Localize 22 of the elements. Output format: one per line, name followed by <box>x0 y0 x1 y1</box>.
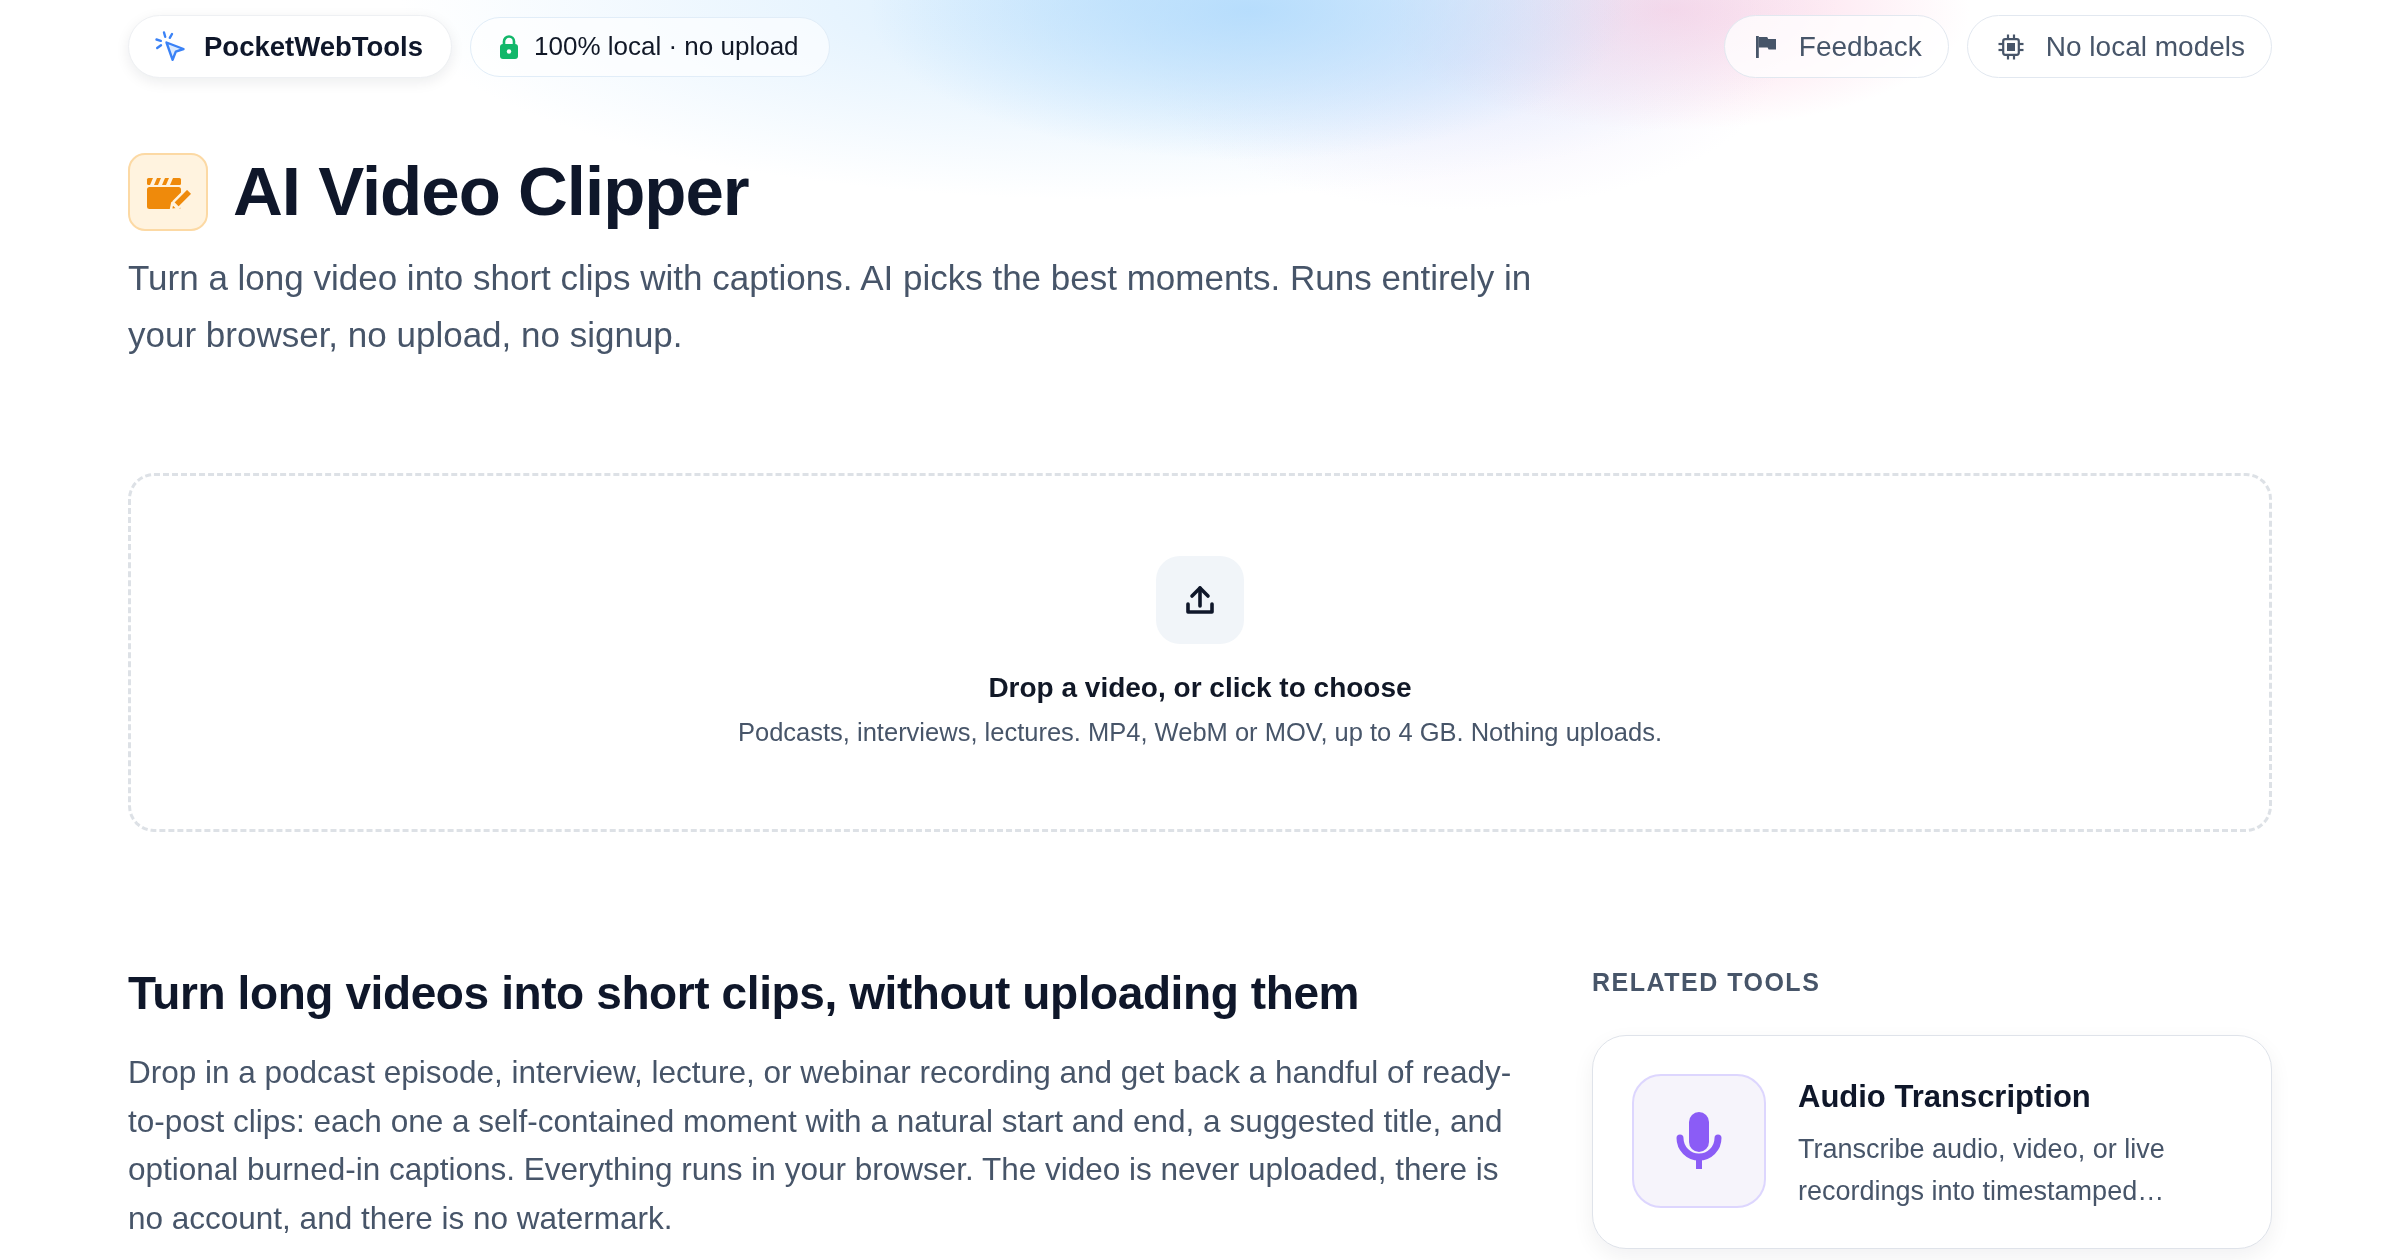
microphone-icon <box>1632 1074 1766 1208</box>
chip-icon <box>1997 33 2024 60</box>
page-subtitle: Turn a long video into short clips with captions. AI picks the best moments. Runs entirely in your browser, no upload, no signup. <box>128 257 1533 356</box>
related-tool-card[interactable]: Audio Transcription Transcribe audio, video, or live recordings into timestamped… <box>1592 1035 2272 1249</box>
drop-hint: Podcasts, interviews, lectures. MP4, WebM or MOV, up to 4 GB. Nothing uploads. <box>737 717 1663 748</box>
page-title: AI Video Clipper <box>233 153 749 231</box>
section-label: RELATED TOOLS <box>1592 967 1822 998</box>
drop-title: Drop a video, or click to choose <box>988 671 1412 705</box>
brand-link[interactable]: PocketWebTools <box>128 15 453 78</box>
flag-icon <box>1754 34 1777 59</box>
cursor-click-icon <box>155 31 186 62</box>
lock-icon <box>499 33 520 60</box>
clapperboard-icon <box>128 153 208 231</box>
section-heading: Turn long videos into short clips, without uploading them <box>128 966 1361 1021</box>
drop-zone[interactable]: Drop a video, or click to choose Podcasts, interviews, lectures. MP4, WebM or MOV, up to 4 GB. Nothing uploads. <box>128 473 2272 832</box>
section-body: Drop in a podcast episode, interview, lecture, or webinar recording and get back a handful of ready-to-post clips: each one a self-contained moment with a natural start and end, a suggested title, and optional burned-in captions. Everything runs in your browser. The video is never uploaded, there is no account, and there is no watermark. <box>128 1053 1513 1238</box>
upload-icon <box>1156 556 1244 644</box>
tool-name: Audio Transcription <box>1798 1078 2092 1116</box>
models-button[interactable]: No local models <box>1966 15 2272 78</box>
feedback-button[interactable]: Feedback <box>1723 15 1949 78</box>
tool-description: Transcribe audio, video, or live recordings into timestamped… <box>1798 1133 2166 1208</box>
badge-label: 100% local · no upload <box>534 30 799 63</box>
